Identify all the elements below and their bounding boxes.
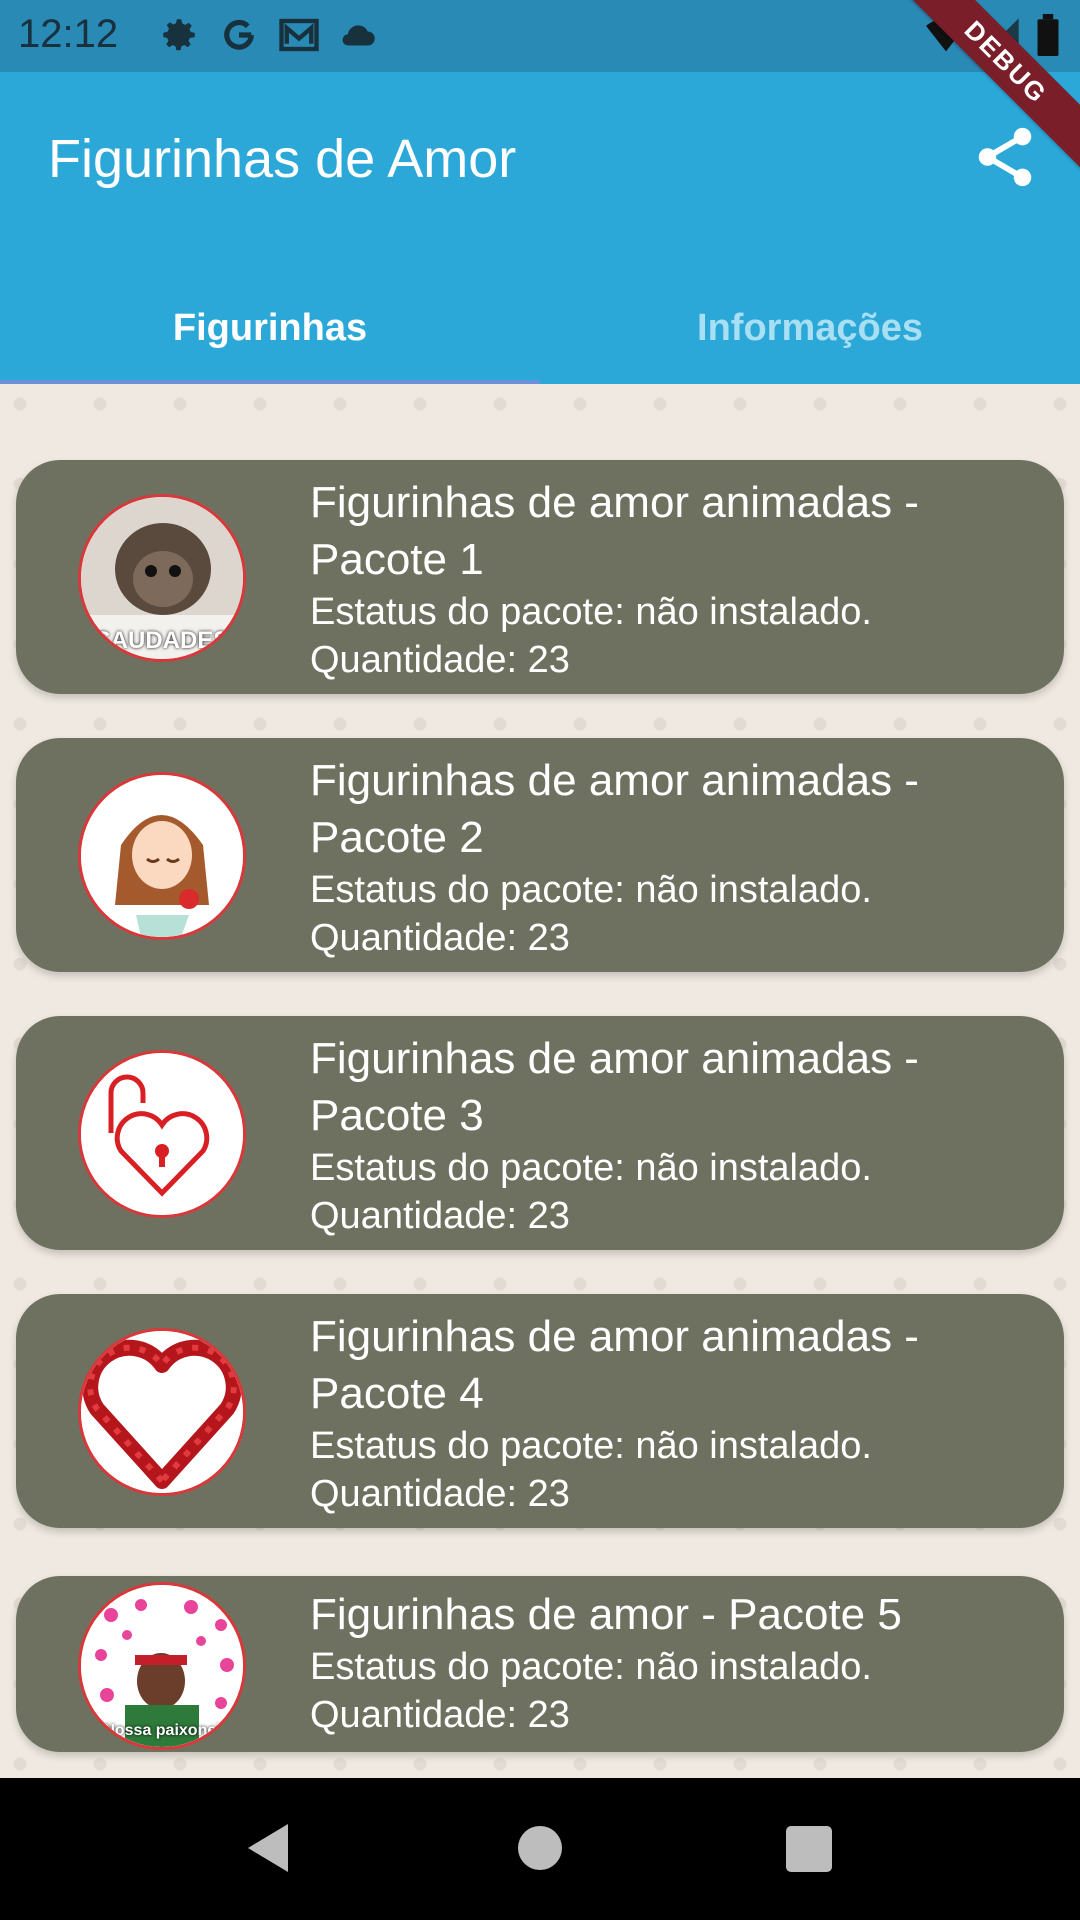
gear-icon [158,14,200,56]
google-icon [218,14,260,56]
girl-sticker-icon [81,775,243,937]
share-icon [978,127,1032,187]
pack-title: Figurinhas de amor animadas - Pacote 3 [310,1034,919,1140]
pack-thumbnail-2 [78,772,246,940]
pack-info-4: Figurinhas de amor animadas - Pacote 4 E… [310,1308,1034,1518]
pack-title: Figurinhas de amor animadas - Pacote 2 [310,756,919,862]
page-title: Figurinhas de Amor [48,129,517,189]
pack-status: Estatus do pacote: não instalado. [310,1425,872,1467]
app-bar: Figurinhas de Amor Figurinhas Informaçõe… [0,72,1080,384]
back-button[interactable] [244,1822,292,1879]
pack-thumbnail-5-caption: Nossa paixonei [103,1722,221,1739]
sticker-pack-list[interactable]: SAUDADES Figurinhas de amor animadas - P… [0,384,1080,1778]
pack-card-1[interactable]: SAUDADES Figurinhas de amor animadas - P… [16,460,1064,694]
pack-title: Figurinhas de amor animadas - Pacote 4 [310,1312,919,1418]
pack-quantity: Quantidade: 23 [310,1694,570,1736]
pack-quantity: Quantidade: 23 [310,917,570,959]
pack-status: Estatus do pacote: não instalado. [310,869,872,911]
pack-info-2: Figurinhas de amor animadas - Pacote 2 E… [310,752,1034,962]
pack-status: Estatus do pacote: não instalado. [310,591,872,633]
tab-informacoes[interactable]: Informações [540,272,1080,384]
pack-thumbnail-1: SAUDADES [78,494,246,662]
system-navigation-bar [0,1778,1080,1920]
notification-icons [158,14,380,56]
recents-button[interactable] [786,1826,832,1872]
rose-heart-icon [81,1331,243,1493]
pack-card-5[interactable]: Nossa paixonei Figurinhas de amor - Paco… [16,1576,1064,1752]
pack-card-4[interactable]: Figurinhas de amor animadas - Pacote 4 E… [16,1294,1064,1528]
pack-card-3[interactable]: Figurinhas de amor animadas - Pacote 3 E… [16,1016,1064,1250]
pack-info-5: Figurinhas de amor - Pacote 5 Estatus do… [310,1586,1034,1739]
mail-icon [278,14,320,56]
pack-thumbnail-1-caption: SAUDADES [94,627,230,654]
pack-info-1: Figurinhas de amor animadas - Pacote 1 E… [310,474,1034,684]
pack-info-3: Figurinhas de amor animadas - Pacote 3 E… [310,1030,1034,1240]
tab-figurinhas-label: Figurinhas [172,306,368,349]
cloud-icon [338,14,380,56]
battery-icon [1036,14,1060,61]
pack-status: Estatus do pacote: não instalado. [310,1646,872,1688]
back-icon [248,1824,288,1872]
pack-status: Estatus do pacote: não instalado. [310,1147,872,1189]
status-time: 12:12 [18,12,119,56]
pack-quantity: Quantidade: 23 [310,1473,570,1515]
pack-thumbnail-5: Nossa paixonei [78,1582,246,1750]
pack-title: Figurinhas de amor animadas - Pacote 1 [310,478,919,584]
pack-quantity: Quantidade: 23 [310,1195,570,1237]
heart-lock-icon [81,1053,243,1215]
status-bar: 12:12 [0,0,1080,72]
pack-thumbnail-4 [78,1328,246,1496]
pack-card-2[interactable]: Figurinhas de amor animadas - Pacote 2 E… [16,738,1064,972]
share-button[interactable] [970,122,1040,192]
tab-bar: Figurinhas Informações [0,272,1080,384]
pack-quantity: Quantidade: 23 [310,639,570,681]
tab-informacoes-label: Informações [697,306,923,349]
pack-title: Figurinhas de amor - Pacote 5 [310,1590,902,1639]
home-button[interactable] [518,1826,562,1870]
tab-figurinhas[interactable]: Figurinhas [0,272,540,384]
pack-thumbnail-3 [78,1050,246,1218]
